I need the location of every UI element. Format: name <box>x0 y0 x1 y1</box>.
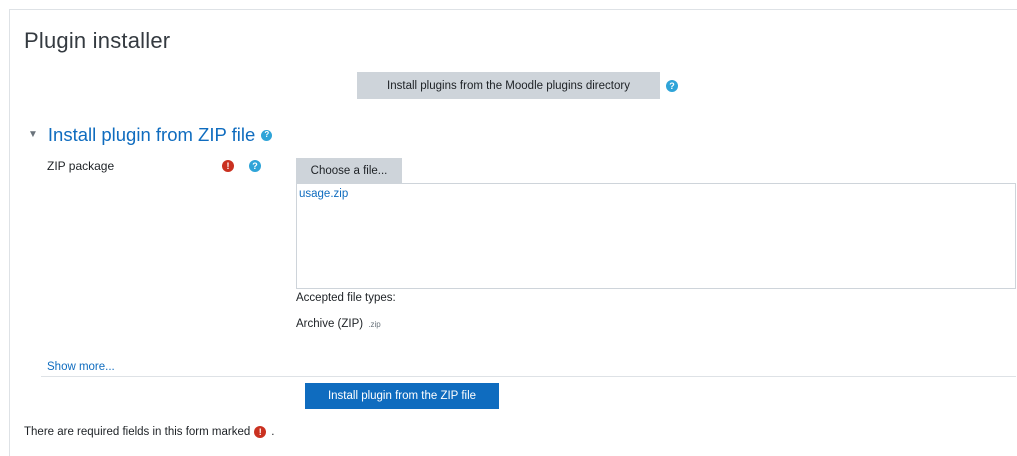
archive-type-label: Archive (ZIP) <box>296 318 364 330</box>
section-heading[interactable]: Install plugin from ZIP file <box>48 124 255 146</box>
help-icon[interactable]: ? <box>249 160 261 172</box>
required-note-suffix: . <box>271 426 275 438</box>
collapse-caret-icon[interactable]: ▼ <box>28 129 38 140</box>
divider <box>41 376 1016 377</box>
install-from-directory-button[interactable]: Install plugins from the Moodle plugins … <box>357 72 660 99</box>
help-icon[interactable]: ? <box>666 80 678 92</box>
page-title: Plugin installer <box>24 28 171 53</box>
install-zip-button[interactable]: Install plugin from the ZIP file <box>305 383 499 409</box>
required-icon: ! <box>222 160 234 172</box>
selected-file-link[interactable]: usage.zip <box>299 188 348 200</box>
required-fields-note: There are required fields in this form m… <box>24 426 274 438</box>
required-note-text: There are required fields in this form m… <box>24 426 251 438</box>
archive-extension: .zip <box>368 320 381 329</box>
show-more-link[interactable]: Show more... <box>47 361 115 373</box>
zip-package-label: ZIP package <box>47 159 115 173</box>
accepted-file-type: Archive (ZIP) .zip <box>296 318 381 330</box>
zip-section-header[interactable]: ▼ Install plugin from ZIP file ? <box>28 124 273 146</box>
file-drop-area[interactable]: usage.zip <box>296 183 1016 289</box>
choose-file-button[interactable]: Choose a file... <box>296 158 402 183</box>
accepted-file-types-label: Accepted file types: <box>296 292 396 304</box>
required-icon: ! <box>254 426 267 438</box>
help-icon[interactable]: ? <box>261 129 273 141</box>
